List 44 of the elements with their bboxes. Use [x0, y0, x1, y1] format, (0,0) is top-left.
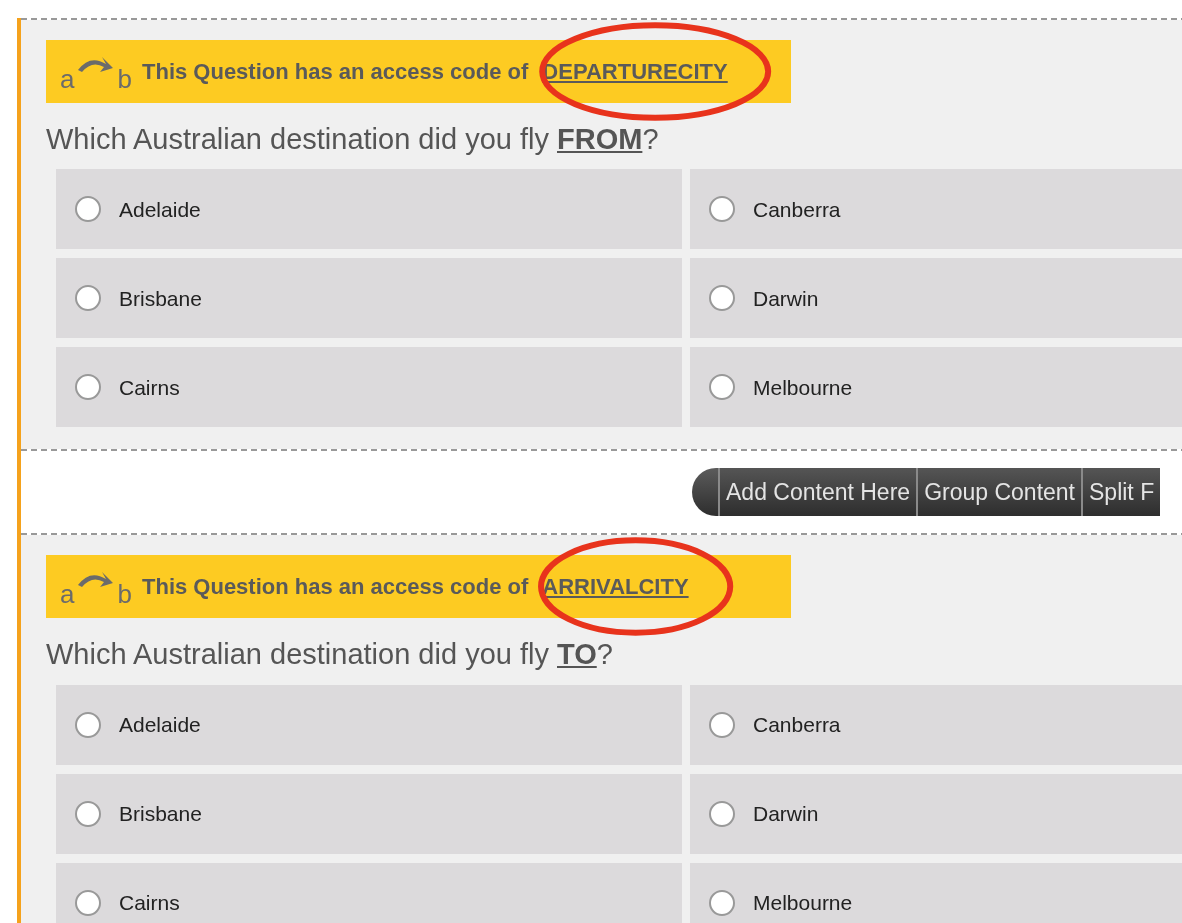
radio-button[interactable]	[709, 800, 735, 827]
answer-option[interactable]: Darwin	[690, 773, 1182, 854]
access-code-link[interactable]: ARRIVALCITY	[542, 574, 689, 600]
answer-option[interactable]: Cairns	[56, 347, 682, 428]
answer-option[interactable]: Brisbane	[56, 258, 682, 339]
radio-button[interactable]	[75, 711, 101, 738]
option-label: Adelaide	[119, 196, 201, 223]
radio-button[interactable]	[75, 374, 101, 401]
option-label: Darwin	[753, 800, 819, 827]
toolbar-button[interactable]: Split F	[1081, 468, 1161, 517]
option-label: Canberra	[753, 711, 841, 738]
radio-button[interactable]	[709, 285, 735, 312]
answer-option[interactable]: Brisbane	[56, 773, 682, 854]
answer-option[interactable]: Adelaide	[56, 169, 682, 250]
answer-option[interactable]: Adelaide	[56, 684, 682, 765]
access-code-text: This Question has an access code of	[142, 573, 529, 602]
question-text: Which Australian destination did you fly TO?	[46, 637, 614, 673]
answer-option[interactable]: Melbourne	[690, 862, 1182, 923]
radio-button[interactable]	[75, 800, 101, 827]
answer-option[interactable]: Melbourne	[690, 347, 1182, 428]
toolbar-button[interactable]: Group Content	[916, 468, 1081, 517]
answer-option[interactable]: Canberra	[690, 169, 1182, 250]
option-label: Cairns	[119, 374, 180, 401]
answer-option[interactable]: Cairns	[56, 862, 682, 923]
option-label: Brisbane	[119, 285, 202, 312]
radio-button[interactable]	[709, 711, 735, 738]
option-label: Brisbane	[119, 800, 202, 827]
option-label: Melbourne	[753, 374, 853, 401]
access-code-text: This Question has an access code of	[142, 58, 529, 86]
radio-button[interactable]	[709, 889, 735, 916]
option-label: Melbourne	[753, 889, 853, 916]
radio-button[interactable]	[709, 374, 735, 401]
radio-button[interactable]	[709, 196, 735, 223]
question-text: Which Australian destination did you fly FROM?	[46, 122, 660, 157]
radio-button[interactable]	[75, 196, 101, 223]
radio-button[interactable]	[75, 889, 101, 916]
toolbar-button[interactable]: Add Content Here	[718, 468, 917, 517]
answer-option[interactable]: Canberra	[690, 684, 1182, 765]
option-label: Adelaide	[119, 711, 201, 738]
radio-button[interactable]	[75, 285, 101, 312]
answer-option[interactable]: Darwin	[690, 258, 1182, 339]
option-label: Darwin	[753, 285, 819, 312]
option-label: Cairns	[119, 889, 180, 916]
option-label: Canberra	[753, 196, 841, 223]
